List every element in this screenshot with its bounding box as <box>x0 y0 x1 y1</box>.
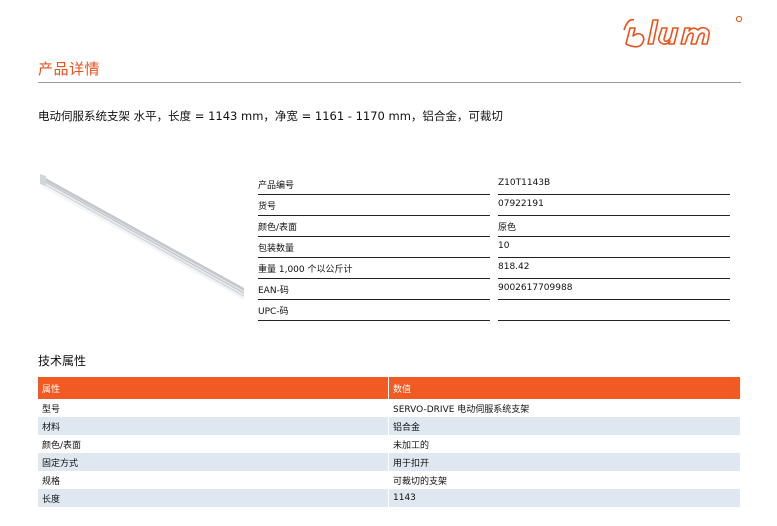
tech-attributes-heading: 技术属性 <box>38 354 87 368</box>
spec-row: 颜色/表面 原色 <box>258 215 730 237</box>
spec-label: UPC-码 <box>258 299 490 321</box>
attr-value: 铝合金 <box>388 417 740 435</box>
table-row: 型号 SERVO-DRIVE 电动伺服系统支架 <box>38 399 740 417</box>
spec-row: UPC-码 <box>258 299 730 321</box>
spec-label: 产品编号 <box>258 174 490 195</box>
table-row: 固定方式 用于扣开 <box>38 453 740 471</box>
spec-row: EAN-码 9002617709988 <box>258 278 730 300</box>
attr-value: 可裁切的支架 <box>388 471 740 489</box>
spec-row: 货号 07922191 <box>258 194 730 216</box>
attr-header-value: 数值 <box>388 377 740 399</box>
aluminium-rail-illustration <box>40 174 245 300</box>
spec-value: Z10T1143B <box>498 174 730 195</box>
spec-label: 重量 1,000 个以公斤计 <box>258 257 490 279</box>
attr-name: 固定方式 <box>38 453 389 471</box>
attr-name: 规格 <box>38 471 389 489</box>
attr-value: SERVO-DRIVE 电动伺服系统支架 <box>388 399 740 417</box>
blum-logo[interactable]: blum <box>622 14 744 52</box>
spec-row: 重量 1,000 个以公斤计 818.42 <box>258 257 730 279</box>
attr-header-attribute: 属性 <box>38 377 389 399</box>
spec-value: 818.42 <box>498 257 730 279</box>
product-specs-table: 产品编号 Z10T1143B 货号 07922191 颜色/表面 原色 包装数量… <box>258 174 730 321</box>
attr-name: 材料 <box>38 417 389 435</box>
spec-value: 07922191 <box>498 194 730 216</box>
attr-value: 1143 <box>388 489 740 507</box>
spec-value <box>498 299 730 321</box>
attr-name: 长度 <box>38 489 389 507</box>
attr-name: 颜色/表面 <box>38 435 389 453</box>
page-title: 产品详情 <box>38 60 101 78</box>
table-row: 规格 可裁切的支架 <box>38 471 740 489</box>
product-description: 电动伺服系统支架 水平，长度 = 1143 mm，净宽 = 1161 - 117… <box>38 109 503 123</box>
table-row: 长度 1143 <box>38 489 740 507</box>
attr-header-row: 属性 数值 <box>38 377 740 399</box>
spec-row: 包装数量 10 <box>258 236 730 258</box>
blum-logo-graphic: blum <box>622 14 743 48</box>
spec-label: 包装数量 <box>258 236 490 258</box>
table-row: 材料 铝合金 <box>38 417 740 435</box>
product-image <box>38 170 248 300</box>
spec-value: 9002617709988 <box>498 278 730 300</box>
spec-label: EAN-码 <box>258 278 490 300</box>
spec-value: 10 <box>498 236 730 258</box>
attr-value: 用于扣开 <box>388 453 740 471</box>
spec-label: 货号 <box>258 194 490 216</box>
spec-label: 颜色/表面 <box>258 215 490 237</box>
attr-value: 未加工的 <box>388 435 740 453</box>
table-row: 颜色/表面 未加工的 <box>38 435 740 453</box>
tech-attributes-table: 属性 数值 型号 SERVO-DRIVE 电动伺服系统支架 材料 铝合金 颜色/… <box>38 377 740 507</box>
logo-wordmark: blum <box>622 14 624 15</box>
attr-name: 型号 <box>38 399 389 417</box>
spec-row: 产品编号 Z10T1143B <box>258 174 730 195</box>
title-divider <box>38 82 741 83</box>
spec-value: 原色 <box>498 215 730 237</box>
